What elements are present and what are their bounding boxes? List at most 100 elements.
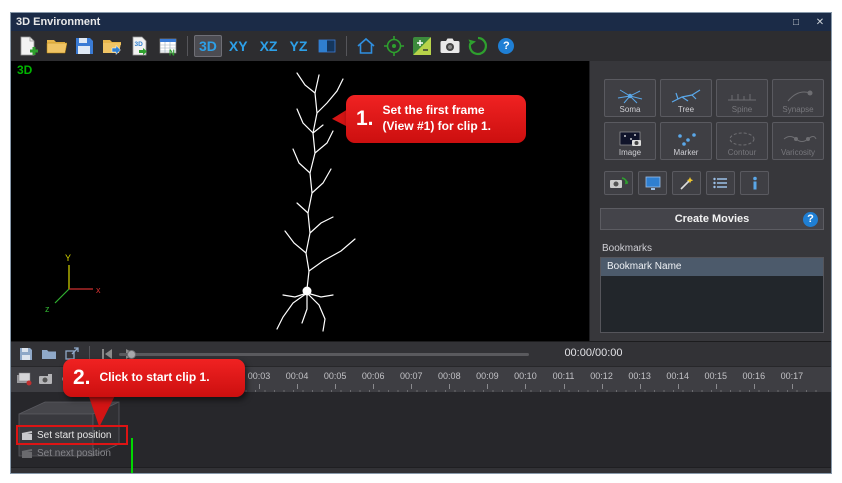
time-label: 00:05 xyxy=(320,371,350,381)
main-toolbar: 3D N 3D XY XZ YZ ? xyxy=(11,31,831,61)
set-start-position-button[interactable]: Set start position xyxy=(21,428,111,443)
close-button[interactable]: ✕ xyxy=(813,17,827,28)
split-view-icon xyxy=(316,35,338,57)
time-label: 00:06 xyxy=(358,371,388,381)
set-next-icon xyxy=(21,449,33,459)
playhead-line[interactable] xyxy=(131,438,133,474)
synapse-button[interactable]: Synapse xyxy=(772,79,824,117)
spreadsheet-button[interactable]: N xyxy=(155,33,181,59)
annotation-callout-1: 1. Set the first frame (View #1) for cli… xyxy=(346,95,526,143)
create-movies-title: Create Movies xyxy=(675,213,750,225)
snapshot-refresh-icon xyxy=(609,175,629,191)
soma-icon xyxy=(610,87,650,105)
magic-wand-button[interactable] xyxy=(672,171,701,195)
create-movies-header: Create Movies ? xyxy=(600,208,824,230)
timeline-tracks[interactable]: Set start position Set next position xyxy=(11,392,831,468)
create-movies-help-button[interactable]: ? xyxy=(803,212,818,227)
utility-button-row xyxy=(604,171,769,195)
target-icon xyxy=(382,34,406,58)
save-button[interactable] xyxy=(71,33,97,59)
center-target-button[interactable] xyxy=(381,33,407,59)
open-folder-button[interactable] xyxy=(43,33,69,59)
delete-keyframe-icon[interactable] xyxy=(16,372,32,391)
refresh-button[interactable] xyxy=(465,33,491,59)
bookmarks-table: Bookmark Name xyxy=(600,257,824,333)
save-movie-button[interactable] xyxy=(17,346,35,362)
view-xz-button[interactable]: XZ xyxy=(255,35,283,57)
svg-text:3D: 3D xyxy=(135,41,144,48)
view-yz-button[interactable]: YZ xyxy=(284,35,312,57)
toolbar-separator xyxy=(187,36,188,56)
image-button[interactable]: Image xyxy=(604,122,656,160)
contour-button[interactable]: Contour xyxy=(716,122,768,160)
time-label: 00:07 xyxy=(396,371,426,381)
save-movie-icon xyxy=(18,346,34,362)
axis-indicator: Y x z xyxy=(45,253,101,314)
bookmark-name-column-header[interactable]: Bookmark Name xyxy=(601,258,823,276)
bookmarks-label: Bookmarks xyxy=(602,243,652,254)
varicosity-icon xyxy=(778,130,818,148)
timeline-scroll-strip[interactable] xyxy=(11,467,831,474)
callout-2-number: 2. xyxy=(73,366,91,390)
marker-button[interactable]: Marker xyxy=(660,122,712,160)
set-start-icon xyxy=(21,431,33,441)
varicosity-button[interactable]: Varicosity xyxy=(772,122,824,160)
help-button[interactable]: ? xyxy=(493,33,519,59)
refresh-icon xyxy=(466,34,490,58)
view-3d-button[interactable]: 3D xyxy=(194,35,222,57)
spine-icon xyxy=(722,87,762,105)
display-icon xyxy=(643,175,663,191)
help-icon: ? xyxy=(498,38,514,54)
time-label: 00:10 xyxy=(510,371,540,381)
time-label: 00:16 xyxy=(739,371,769,381)
adjust-levels-icon xyxy=(410,34,434,58)
display-settings-button[interactable] xyxy=(638,171,667,195)
snapshot-button[interactable] xyxy=(437,33,463,59)
marker-icon xyxy=(666,130,706,148)
keyframe-camera-icon[interactable] xyxy=(38,372,54,391)
open-folder-icon xyxy=(45,35,67,57)
view-xy-button[interactable]: XY xyxy=(224,35,253,57)
list-icon xyxy=(711,175,731,191)
split-view-button[interactable] xyxy=(314,33,340,59)
info-button[interactable] xyxy=(740,171,769,195)
trace-button-grid: Soma Tree Spine Synapse Image Marker xyxy=(604,79,830,160)
magic-wand-icon xyxy=(677,175,697,191)
home-view-button[interactable] xyxy=(353,33,379,59)
image-icon xyxy=(610,130,650,148)
export-folder-button[interactable] xyxy=(99,33,125,59)
soma-button[interactable]: Soma xyxy=(604,79,656,117)
time-label: 00:14 xyxy=(663,371,693,381)
tree-button[interactable]: Tree xyxy=(660,79,712,117)
open-movie-button[interactable] xyxy=(40,346,58,362)
callout-1-number: 1. xyxy=(356,107,374,131)
synapse-icon xyxy=(778,87,818,105)
title-bar[interactable]: 3D Environment □ ✕ xyxy=(11,13,831,31)
time-label: 00:04 xyxy=(282,371,312,381)
timecode-display: 00:00/00:00 xyxy=(546,347,641,359)
spine-button[interactable]: Spine xyxy=(716,79,768,117)
axis-x-label: x xyxy=(96,285,101,295)
time-label: 00:17 xyxy=(777,371,807,381)
adjust-image-button[interactable] xyxy=(409,33,435,59)
time-label: 00:08 xyxy=(434,371,464,381)
playback-slider-thumb[interactable] xyxy=(127,350,136,359)
export-3d-icon: 3D xyxy=(129,35,151,57)
time-label: 00:15 xyxy=(701,371,731,381)
tracing-panel: Soma Tree Spine Synapse Image Marker xyxy=(589,61,832,341)
toolbar-separator xyxy=(346,36,347,56)
maximize-button[interactable]: □ xyxy=(789,17,803,28)
home-icon xyxy=(354,34,378,58)
camera-icon xyxy=(438,34,462,58)
contour-icon xyxy=(722,130,762,148)
export-3d-button[interactable]: 3D xyxy=(127,33,153,59)
playback-slider[interactable] xyxy=(119,353,529,356)
set-next-position-button[interactable]: Set next position xyxy=(21,446,111,461)
callout-1-text: Set the first frame (View #1) for clip 1… xyxy=(383,103,516,134)
list-button[interactable] xyxy=(706,171,735,195)
time-label: 00:12 xyxy=(587,371,617,381)
export-folder-icon xyxy=(101,35,123,57)
refresh-view-button[interactable] xyxy=(604,171,633,195)
annotation-callout-2: 2. Click to start clip 1. xyxy=(63,359,245,397)
new-file-button[interactable] xyxy=(15,33,41,59)
